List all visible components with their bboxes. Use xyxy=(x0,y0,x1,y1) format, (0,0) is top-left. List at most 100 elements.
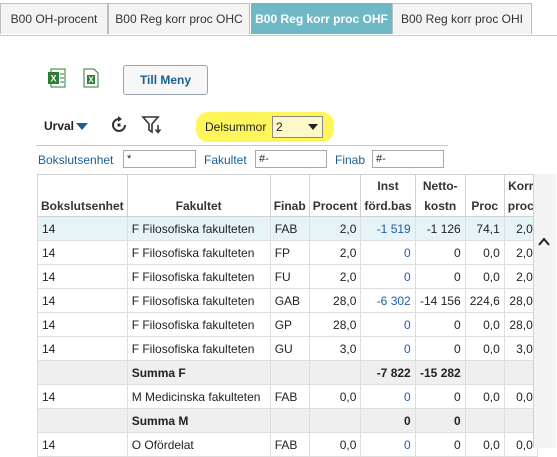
cell-fakultet: F Filosofiska fakulteten xyxy=(126,288,271,313)
chevron-up-icon[interactable] xyxy=(536,234,552,250)
filter-input-fakultet[interactable]: #- xyxy=(255,150,327,168)
chevron-down-icon xyxy=(308,124,318,130)
cell-empty xyxy=(464,360,505,385)
table-row[interactable]: 14 F Filosofiska fakulteten FU 2,0 0 0 0,0 2,0 xyxy=(37,264,538,289)
table-row[interactable]: 14 F Filosofiska fakulteten FP 2,0 0 0 0,0 2,0 xyxy=(37,240,538,265)
filter-input-finab[interactable]: #- xyxy=(372,150,444,168)
subtotal-row[interactable]: Summa F -7 822 -15 282 xyxy=(37,360,538,385)
cell-proc: 0,0 xyxy=(464,240,505,265)
cell-proc: 0,0 xyxy=(464,336,505,361)
col-header-fakultet[interactable]: Fakultet xyxy=(126,174,271,217)
table-row[interactable]: 14 F Filosofiska fakulteten FAB 2,0 -1 519 -1… xyxy=(37,216,538,241)
cell-procent: 2,0 xyxy=(308,240,362,265)
refresh-icon[interactable] xyxy=(108,114,130,136)
urval-dropdown[interactable]: Urval xyxy=(44,119,74,133)
cell-finab: GP xyxy=(269,312,310,337)
col-header-inst-fordbas[interactable]: Inst förd.bas xyxy=(360,174,416,217)
cell-bokslutsenhet: 14 xyxy=(37,432,128,457)
cell-proc: 0,0 xyxy=(464,312,505,337)
cell-inst: 0 xyxy=(360,312,416,337)
cell-summa-label: Summa F xyxy=(126,360,271,385)
cell-proc: 0,0 xyxy=(464,432,505,457)
col-header-finab[interactable]: Finab xyxy=(269,174,310,217)
cell-netto: -15 282 xyxy=(414,360,466,385)
col-header-nettokostn[interactable]: Netto-kostn xyxy=(414,174,466,217)
cell-netto: 0 xyxy=(414,432,466,457)
tab-reg-korr-ohi[interactable]: B00 Reg korr proc OHI xyxy=(392,3,532,34)
cell-bokslutsenhet: 14 xyxy=(37,240,128,265)
cell-bokslutsenhet: 14 xyxy=(37,288,128,313)
col-header-procent[interactable]: Procent xyxy=(308,174,362,217)
table-row[interactable]: 14 O Ofördelat FAB 0,0 0 0 0,0 0,0 xyxy=(37,432,538,457)
cell-netto: 0 xyxy=(414,264,466,289)
chevron-down-icon[interactable] xyxy=(76,123,88,130)
svg-text:X: X xyxy=(88,76,94,85)
cell-netto: 0 xyxy=(414,408,466,433)
cell-netto: 0 xyxy=(414,384,466,409)
cell-bokslutsenhet: 14 xyxy=(37,216,128,241)
cell-empty xyxy=(269,408,310,433)
cell-fakultet: O Ofördelat xyxy=(126,432,271,457)
till-meny-button[interactable]: Till Meny xyxy=(123,65,208,95)
cell-bokslutsenhet: 14 xyxy=(37,312,128,337)
cell-procent: 0,0 xyxy=(308,384,362,409)
svg-text:X: X xyxy=(50,74,56,84)
delsummor-select[interactable]: 2 xyxy=(272,116,323,138)
export-excel-icon[interactable]: X xyxy=(82,68,100,88)
cell-inst: 0 xyxy=(360,264,416,289)
cell-finab: FP xyxy=(269,240,310,265)
excel-icon[interactable]: X xyxy=(48,68,66,88)
scrollbar[interactable] xyxy=(533,174,556,448)
cell-empty xyxy=(37,360,128,385)
filter-label-bokslutsenhet: Bokslutsenhet xyxy=(38,153,114,167)
cell-netto: -14 156 xyxy=(414,288,466,313)
filter-label-finab: Finab xyxy=(335,153,366,167)
data-table: Bokslutsenhet Fakultet Finab Procent Ins… xyxy=(37,174,538,457)
cell-fakultet: F Filosofiska fakulteten xyxy=(126,264,271,289)
cell-inst: 0 xyxy=(360,432,416,457)
table-row[interactable]: 14 F Filosofiska fakulteten GP 28,0 0 0 0,0 28,… xyxy=(37,312,538,337)
cell-procent: 3,0 xyxy=(308,336,362,361)
cell-finab: FAB xyxy=(269,384,310,409)
filter-label-fakultet: Fakultet xyxy=(204,153,247,167)
cell-fakultet: F Filosofiska fakulteten xyxy=(126,240,271,265)
cell-finab: FAB xyxy=(269,216,310,241)
cell-finab: FAB xyxy=(269,432,310,457)
cell-procent: 0,0 xyxy=(308,432,362,457)
cell-proc: 74,1 xyxy=(464,216,505,241)
cell-procent: 2,0 xyxy=(308,216,362,241)
cell-fakultet: F Filosofiska fakulteten xyxy=(126,216,271,241)
col-header-bokslutsenhet[interactable]: Bokslutsenhet xyxy=(37,174,128,217)
cell-empty xyxy=(37,408,128,433)
cell-empty xyxy=(464,408,505,433)
cell-inst: -6 302 xyxy=(360,288,416,313)
cell-bokslutsenhet: 14 xyxy=(37,264,128,289)
filter-input-bokslutsenhet[interactable]: * xyxy=(123,150,196,168)
table-row[interactable]: 14 M Medicinska fakulteten FAB 0,0 0 0 0,0 0,0 xyxy=(37,384,538,409)
tab-reg-korr-ohf[interactable]: B00 Reg korr proc OHF xyxy=(251,3,392,34)
cell-empty xyxy=(308,408,362,433)
cell-fakultet: M Medicinska fakulteten xyxy=(126,384,271,409)
cell-inst: -7 822 xyxy=(360,360,416,385)
cell-procent: 2,0 xyxy=(308,264,362,289)
cell-fakultet: F Filosofiska fakulteten xyxy=(126,336,271,361)
cell-netto: 0 xyxy=(414,336,466,361)
table-row[interactable]: 14 F Filosofiska fakulteten GAB 28,0 -6 302-… xyxy=(37,288,538,313)
subtotal-row[interactable]: Summa M 00 xyxy=(37,408,538,433)
cell-proc: 0,0 xyxy=(464,384,505,409)
tab-oh-procent[interactable]: B00 OH-procent xyxy=(0,3,108,34)
cell-inst: 0 xyxy=(360,240,416,265)
cell-empty xyxy=(308,360,362,385)
table-row[interactable]: 14 F Filosofiska fakulteten GU 3,0 0 0 0,0 3,0 xyxy=(37,336,538,361)
col-header-proc[interactable]: Proc xyxy=(464,174,505,217)
filter-icon[interactable] xyxy=(141,114,163,136)
cell-inst: -1 519 xyxy=(360,216,416,241)
cell-netto: -1 126 xyxy=(414,216,466,241)
delsummor-value: 2 xyxy=(276,120,283,134)
tab-reg-korr-ohc[interactable]: B00 Reg korr proc OHC xyxy=(108,3,250,34)
cell-fakultet: F Filosofiska fakulteten xyxy=(126,312,271,337)
cell-empty xyxy=(269,360,310,385)
cell-netto: 0 xyxy=(414,312,466,337)
cell-proc: 0,0 xyxy=(464,264,505,289)
cell-summa-label: Summa M xyxy=(126,408,271,433)
